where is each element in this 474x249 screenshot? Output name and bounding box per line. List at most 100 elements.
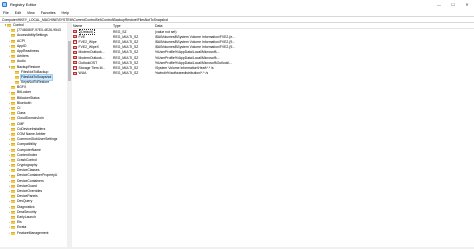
folder-icon <box>11 127 15 131</box>
folder-icon <box>11 86 15 90</box>
string-value-icon: ab <box>73 30 77 34</box>
folder-icon <box>11 148 15 152</box>
value-row[interactable]: ab (Default) REG_SZ (value not set) <box>73 28 474 35</box>
maximize-button[interactable]: ☐ <box>446 0 460 9</box>
value-name-cell: ab Storage Tiers M... <box>73 66 113 70</box>
folder-icon <box>15 75 19 79</box>
value-type: REG_SZ <box>113 29 127 34</box>
value-data: \System Volume Information\Heat\*.* /s <box>155 65 214 70</box>
string-value-icon: ab <box>73 66 77 70</box>
value-name: OutlookOST <box>78 60 98 65</box>
menu-favorites[interactable]: Favorites <box>38 11 59 15</box>
value-name-cell: ab OutlookOST <box>73 61 113 65</box>
folder-icon <box>7 24 11 28</box>
string-value-icon: ab <box>73 35 77 39</box>
value-row[interactable]: ab WUA REG_MULTI_SZ %windir%\softwaredistri… <box>73 71 474 76</box>
value-type: REG_MULTI_SZ <box>113 45 139 50</box>
registry-editor-icon <box>2 2 7 7</box>
column-header-data[interactable]: Data <box>155 24 474 28</box>
value-row[interactable]: ab Storage Tiers M... REG_MULTI_SZ \System … <box>73 65 474 70</box>
folder-icon <box>11 221 15 225</box>
value-row[interactable]: ab ModernOutlook... REG_MULTI_SZ %UserProfi… <box>73 50 474 55</box>
folder-icon <box>11 184 15 188</box>
value-data: (value not set) <box>155 29 177 34</box>
column-header-name[interactable]: Name <box>73 24 113 28</box>
value-type: REG_MULTI_SZ <box>113 55 139 60</box>
value-type: REG_MULTI_SZ <box>113 39 139 44</box>
folder-icon <box>11 190 15 194</box>
minimize-button[interactable]: — <box>432 0 446 9</box>
value-data: \$AllVolumes$\System Volume Information\… <box>155 45 236 50</box>
value-data: %UserProfile%\AppData\Local\Microsoft\..… <box>155 50 220 55</box>
value-type: REG_MULTI_SZ <box>113 65 139 70</box>
registry-tree[interactable]: ▾ Control › {7746D80F-97E0-4E26-9543 Accessi… <box>0 23 72 247</box>
string-value-icon: ab <box>73 50 77 54</box>
value-name: FVE2_WipeX <box>78 45 99 50</box>
value-name-cell: ab (Default) <box>73 28 113 35</box>
string-value-icon: ab <box>73 40 77 44</box>
folder-icon <box>11 169 15 173</box>
menu-view[interactable]: View <box>24 11 38 15</box>
folder-icon <box>11 231 15 235</box>
value-row[interactable]: ab ModernOutlook... REG_MULTI_SZ %UserProfi… <box>73 55 474 60</box>
value-name-cell: ab FVE2_Wipe <box>73 40 113 44</box>
tree-item-label: FeatureManagement <box>17 230 49 235</box>
folder-icon <box>15 81 19 85</box>
folder-icon <box>11 174 15 178</box>
value-data: \$AllVolumes$\System Volume Information\… <box>155 39 236 44</box>
close-button[interactable]: ✕ <box>460 0 474 9</box>
folder-icon <box>11 112 15 116</box>
folder-icon <box>11 96 15 100</box>
value-row[interactable]: ab FVE2_WipeX REG_MULTI_SZ \$AllVolumes$\Sy… <box>73 45 474 50</box>
folder-icon <box>11 153 15 157</box>
column-header-type[interactable]: Type <box>113 24 155 28</box>
title-bar: Registry Editor — ☐ ✕ <box>0 0 474 9</box>
folder-icon <box>11 65 15 69</box>
folder-icon <box>11 210 15 214</box>
menu-bar: File Edit View Favorites Help <box>0 9 474 16</box>
value-name: ModernOutlook... <box>78 55 105 60</box>
folder-icon <box>11 143 15 147</box>
value-name: FVE <box>78 34 86 39</box>
folder-icon <box>11 91 15 95</box>
value-name: FVE2_Wipe <box>78 39 97 44</box>
folder-icon <box>11 39 15 43</box>
value-name-cell: ab ModernOutlook... <box>73 56 113 60</box>
folder-icon <box>11 55 15 59</box>
value-name-cell: ab WUA <box>73 71 113 75</box>
menu-file[interactable]: File <box>0 11 12 15</box>
address-text: Computer\HKEY_LOCAL_MACHINE\SYSTEM\Curre… <box>2 17 169 22</box>
value-row[interactable]: ab FVE REG_MULTI_SZ \$AllVolumes$\System Vo… <box>73 34 474 39</box>
folder-icon <box>11 50 15 54</box>
address-bar[interactable]: Computer\HKEY_LOCAL_MACHINE\SYSTEM\Curre… <box>0 16 474 23</box>
folder-icon <box>11 164 15 168</box>
folder-icon <box>11 101 15 105</box>
string-value-icon: ab <box>73 45 77 49</box>
folder-icon <box>11 179 15 183</box>
string-value-icon: ab <box>73 71 77 75</box>
folder-icon <box>15 70 19 74</box>
value-row[interactable]: ab OutlookOST REG_MULTI_SZ %UserProfile%\Ap… <box>73 60 474 65</box>
value-data: \$AllVolumes$\System Volume Information\… <box>155 34 236 39</box>
value-name: Storage Tiers M... <box>78 65 106 70</box>
folder-icon <box>11 44 15 48</box>
tree-item[interactable]: › FeatureManagement <box>0 231 71 236</box>
menu-edit[interactable]: Edit <box>12 11 24 15</box>
tree-scrollbar[interactable] <box>67 23 72 247</box>
folder-icon <box>11 158 15 162</box>
value-row[interactable]: ab FVE2_Wipe REG_MULTI_SZ \$AllVolumes$\Sys… <box>73 39 474 44</box>
folder-icon <box>11 60 15 64</box>
folder-icon <box>11 117 15 121</box>
folder-icon <box>11 216 15 220</box>
value-name: (Default) <box>78 28 95 35</box>
value-type: REG_MULTI_SZ <box>113 34 139 39</box>
tree-scrollbar-thumb[interactable] <box>68 41 71 81</box>
folder-icon <box>11 122 15 126</box>
folder-icon <box>11 138 15 142</box>
value-data: %UserProfile%\AppData\Local\Microsoft\..… <box>155 55 220 60</box>
menu-help[interactable]: Help <box>59 11 72 15</box>
value-name: ModernOutlook... <box>78 50 105 55</box>
folder-icon <box>11 34 15 38</box>
value-name-cell: ab FVE2_WipeX <box>73 45 113 49</box>
folder-icon <box>11 205 15 209</box>
